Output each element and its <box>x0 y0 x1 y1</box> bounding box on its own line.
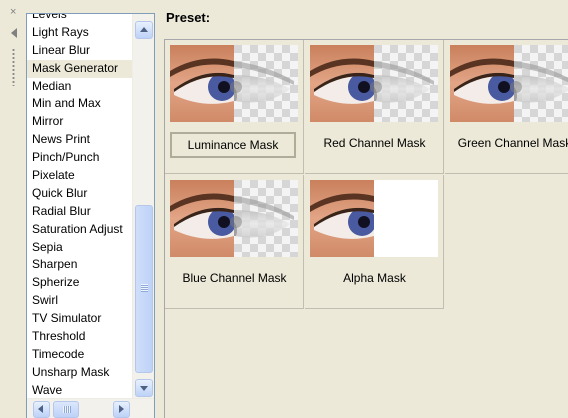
filter-item[interactable]: Wave <box>27 382 132 397</box>
preset-tile[interactable]: Red Channel Mask <box>305 40 444 174</box>
filter-item[interactable]: Saturation Adjust <box>27 221 132 239</box>
close-icon[interactable]: × <box>10 7 16 18</box>
preset-label: Blue Channel Mask <box>182 271 287 285</box>
preset-thumbnail <box>310 45 438 122</box>
vertical-scrollbar[interactable] <box>132 14 154 398</box>
horizontal-scroll-thumb[interactable] <box>53 401 79 418</box>
filter-item[interactable]: Swirl <box>27 292 132 310</box>
filter-list[interactable]: Levels Light Rays Linear Blur Mask Generato… <box>26 13 155 418</box>
filter-item[interactable]: Spherize <box>27 274 132 292</box>
filter-item[interactable]: News Print <box>27 131 132 149</box>
preset-label: Luminance Mask <box>170 132 296 158</box>
horizontal-scrollbar[interactable] <box>27 398 154 418</box>
preset-title: Preset: <box>166 10 211 25</box>
filter-item[interactable]: Sharpen <box>27 256 132 274</box>
filter-item[interactable]: Timecode <box>27 346 132 364</box>
filter-item[interactable]: Min and Max <box>27 95 132 113</box>
panel-grip-bar: × <box>0 0 22 418</box>
preset-label: Green Channel Mask <box>457 136 568 150</box>
preset-grid: Luminance Mask Red Channel Mask Green Chan… <box>164 39 568 418</box>
collapse-arrow-icon[interactable] <box>11 28 17 38</box>
preset-thumbnail <box>170 180 298 257</box>
filter-item[interactable]: Linear Blur <box>27 42 132 60</box>
filter-item[interactable]: Levels <box>27 14 132 24</box>
filter-item[interactable]: Mirror <box>27 113 132 131</box>
filter-item[interactable]: TV Simulator <box>27 310 132 328</box>
filter-item[interactable]: Pixelate <box>27 167 132 185</box>
filter-item[interactable]: Quick Blur <box>27 185 132 203</box>
preset-tile[interactable]: Luminance Mask <box>165 40 304 174</box>
filter-item[interactable]: Light Rays <box>27 24 132 42</box>
filter-item[interactable]: Unsharp Mask <box>27 364 132 382</box>
preset-label: Alpha Mask <box>343 271 406 285</box>
filter-item[interactable]: Sepia <box>27 239 132 257</box>
preset-thumbnail <box>170 45 298 122</box>
preset-tile[interactable]: Blue Channel Mask <box>165 175 304 309</box>
filter-item[interactable]: Radial Blur <box>27 203 132 221</box>
scroll-down-button[interactable] <box>135 379 153 397</box>
preset-label: Red Channel Mask <box>323 136 426 150</box>
filter-item[interactable]: Mask Generator <box>27 59 132 78</box>
scroll-right-button[interactable] <box>113 401 130 418</box>
scroll-up-button[interactable] <box>135 21 153 39</box>
filter-item[interactable]: Pinch/Punch <box>27 149 132 167</box>
preset-tile[interactable]: Alpha Mask <box>305 175 444 309</box>
drag-handle-icon[interactable] <box>12 48 15 86</box>
preset-tile[interactable]: Green Channel Mask <box>445 40 568 174</box>
preset-thumbnail <box>450 45 568 122</box>
scroll-left-button[interactable] <box>33 401 50 418</box>
preset-thumbnail <box>310 180 438 257</box>
vertical-scroll-thumb[interactable] <box>135 205 153 373</box>
filter-item[interactable]: Median <box>27 78 132 96</box>
filter-list-items: Levels Light Rays Linear Blur Mask Generato… <box>27 14 132 397</box>
filter-item[interactable]: Threshold <box>27 328 132 346</box>
